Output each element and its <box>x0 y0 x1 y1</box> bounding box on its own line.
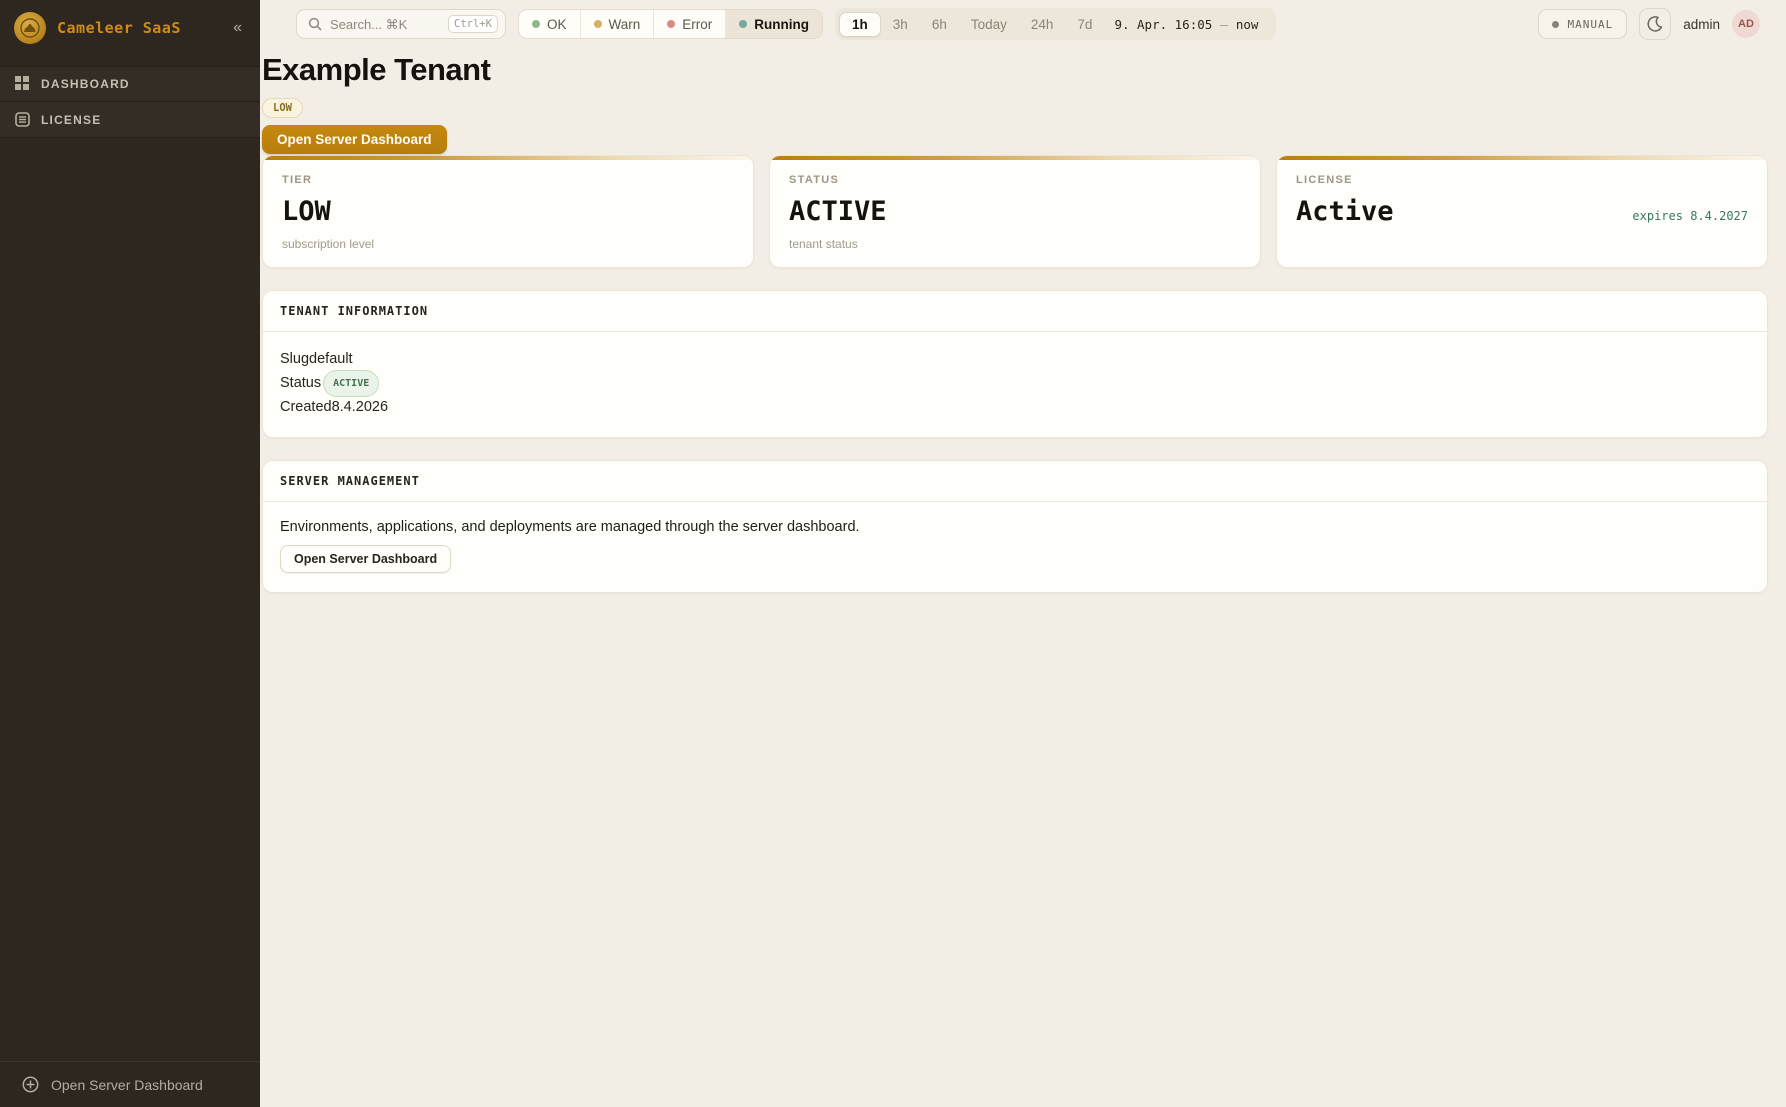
range-today[interactable]: Today <box>959 13 1019 36</box>
range-to: now <box>1236 17 1259 32</box>
user-avatar[interactable]: AD <box>1732 10 1760 38</box>
row-value: 8.4.2026 <box>332 397 388 418</box>
search-box[interactable]: Ctrl+K <box>296 9 506 39</box>
filter-label: Error <box>682 17 712 32</box>
open-server-dashboard-button[interactable]: Open Server Dashboard <box>262 125 447 154</box>
error-status-dot <box>667 20 675 28</box>
brand: Cameleer SaaS « <box>0 0 260 56</box>
document-icon <box>15 112 31 128</box>
card-label: LICENSE <box>1296 174 1748 186</box>
manual-status-dot <box>1552 21 1559 28</box>
tenant-slug-row: Slugdefault <box>280 349 1750 370</box>
range-separator: — <box>1220 17 1228 32</box>
content: Example Tenant LOW Open Server Dashboard… <box>260 46 1786 593</box>
sidebar: Cameleer SaaS « DASHBOARD <box>0 0 260 1107</box>
warn-status-dot <box>594 20 602 28</box>
tenant-status-row: Status ACTIVE <box>280 370 1750 397</box>
tenant-information-section: TENANT INFORMATION Slugdefault Status AC… <box>262 290 1768 438</box>
ok-status-dot <box>532 20 540 28</box>
time-range-group: 1h 3h 6h Today 24h 7d 9. Apr. 16:05 — no… <box>835 8 1276 40</box>
theme-toggle-button[interactable] <box>1639 8 1671 40</box>
globe-plus-icon <box>22 1076 39 1093</box>
sidebar-item-label: LICENSE <box>41 113 101 127</box>
filter-label: Warn <box>609 17 641 32</box>
sidebar-open-server-dashboard[interactable]: Open Server Dashboard <box>0 1061 260 1107</box>
filter-label: OK <box>547 17 567 32</box>
range-7d[interactable]: 7d <box>1065 13 1104 36</box>
filter-error[interactable]: Error <box>653 10 725 38</box>
license-card: LICENSE Active expires 8.4.2027 <box>1276 155 1768 268</box>
moon-icon <box>1647 16 1663 32</box>
range-6h[interactable]: 6h <box>920 13 959 36</box>
range-1h[interactable]: 1h <box>839 12 881 37</box>
grid-icon <box>15 76 31 92</box>
card-value: Active <box>1296 196 1394 227</box>
sidebar-item-dashboard[interactable]: DASHBOARD <box>0 66 260 102</box>
sidebar-nav: DASHBOARD LICENSE <box>0 66 260 138</box>
card-value: LOW <box>282 196 734 227</box>
card-label: STATUS <box>789 174 1241 186</box>
brand-logo-camel-icon <box>14 12 46 44</box>
license-expiry-note: expires 8.4.2027 <box>1632 209 1748 223</box>
section-title: SERVER MANAGEMENT <box>263 461 1767 502</box>
topbar: Ctrl+K OK Warn Error Running 1h 3h 6 <box>260 0 1786 46</box>
row-label: Created <box>280 397 332 418</box>
filter-warn[interactable]: Warn <box>580 10 654 38</box>
filter-running[interactable]: Running <box>725 10 822 38</box>
search-shortcut-badge: Ctrl+K <box>448 15 498 33</box>
row-label: Status <box>280 373 321 394</box>
main-area: Ctrl+K OK Warn Error Running 1h 3h 6 <box>260 0 1786 1107</box>
search-input[interactable] <box>330 17 440 32</box>
server-management-section: SERVER MANAGEMENT Environments, applicat… <box>262 460 1768 593</box>
search-icon <box>308 17 322 31</box>
range-from: 9. Apr. 16:05 <box>1114 17 1212 32</box>
card-value: ACTIVE <box>789 196 1241 227</box>
card-subtitle: subscription level <box>282 237 734 251</box>
tier-card: TIER LOW subscription level <box>262 155 754 268</box>
brand-title: Cameleer SaaS <box>57 19 181 37</box>
status-card: STATUS ACTIVE tenant status <box>769 155 1261 268</box>
filter-label: Running <box>754 17 809 32</box>
filter-ok[interactable]: OK <box>519 10 580 38</box>
server-management-description: Environments, applications, and deployme… <box>280 519 1750 535</box>
sidebar-item-license[interactable]: LICENSE <box>0 102 260 138</box>
page-title: Example Tenant <box>262 52 1768 88</box>
range-24h[interactable]: 24h <box>1019 13 1066 36</box>
row-label: Slug <box>280 349 309 370</box>
range-detail: 9. Apr. 16:05 — now <box>1104 17 1272 32</box>
status-filter-group: OK Warn Error Running <box>518 9 823 39</box>
user-name: admin <box>1683 17 1720 32</box>
manual-label: MANUAL <box>1567 18 1613 31</box>
manual-refresh-button[interactable]: MANUAL <box>1538 9 1627 39</box>
row-value: default <box>309 349 353 370</box>
card-label: TIER <box>282 174 734 186</box>
sidebar-item-label: DASHBOARD <box>41 77 130 91</box>
topbar-right: MANUAL admin AD <box>1538 8 1760 40</box>
stat-cards-row: TIER LOW subscription level STATUS ACTIV… <box>262 155 1768 268</box>
active-status-badge: ACTIVE <box>323 370 379 397</box>
running-status-dot <box>739 20 747 28</box>
sidebar-footer-label: Open Server Dashboard <box>51 1077 203 1093</box>
tenant-created-row: Created8.4.2026 <box>280 397 1750 418</box>
sidebar-collapse-icon[interactable]: « <box>229 17 246 39</box>
card-subtitle: tenant status <box>789 237 1241 251</box>
range-3h[interactable]: 3h <box>881 13 920 36</box>
open-server-dashboard-secondary-button[interactable]: Open Server Dashboard <box>280 545 451 573</box>
tier-badge: LOW <box>262 98 303 118</box>
section-title: TENANT INFORMATION <box>263 291 1767 332</box>
